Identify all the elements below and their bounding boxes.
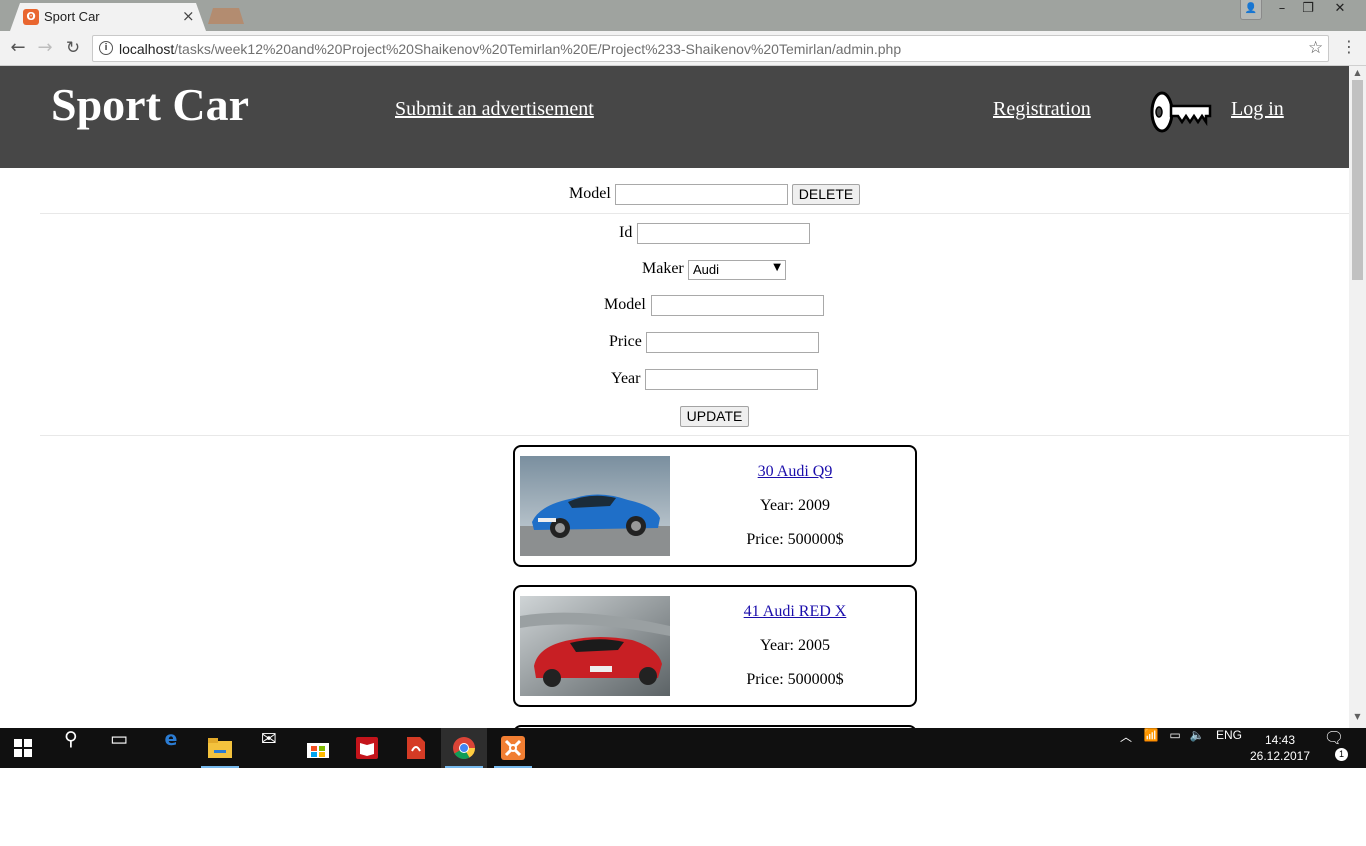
browser-toolbar: ← → ↻ i localhost/tasks/week12%20and%20P… xyxy=(0,31,1366,66)
car-price: Price: 500000$ xyxy=(746,671,844,688)
maker-select[interactable]: Audi ▼ xyxy=(688,260,786,280)
clock-date: 26.12.2017 xyxy=(1249,749,1311,763)
scroll-down-icon[interactable]: ▼ xyxy=(1349,712,1366,726)
xampp-favicon-icon: ʘ xyxy=(23,9,39,25)
key-icon xyxy=(1150,91,1212,133)
update-year-label: Year xyxy=(611,370,641,387)
wifi-icon[interactable]: 📶 xyxy=(1142,728,1160,768)
delete-model-input[interactable] xyxy=(615,184,788,205)
window-close-icon[interactable]: ✕ xyxy=(1322,0,1358,20)
login-link[interactable]: Log in xyxy=(1231,98,1284,121)
car-title-link[interactable]: 30 Audi Q9 xyxy=(675,463,915,481)
windows-taskbar: ⚲ ▭ e ✉ ︿ 📶 ▭ 🔈 ENG 14:43 26.12.2017 🗨 1 xyxy=(0,728,1366,768)
delete-model-label: Model xyxy=(569,185,611,202)
browser-tab[interactable]: ʘ Sport Car × xyxy=(10,3,206,31)
maker-selected-value: Audi xyxy=(693,262,720,277)
notification-badge: 1 xyxy=(1335,748,1348,761)
car-photo-blue xyxy=(520,456,670,556)
update-model-input[interactable] xyxy=(651,295,824,316)
site-title: Sport Car xyxy=(51,79,250,130)
restore-icon[interactable]: ❐ xyxy=(1296,0,1320,20)
profile-icon[interactable]: 👤 xyxy=(1240,0,1262,20)
blank-area xyxy=(0,768,1366,846)
volume-icon[interactable]: 🔈 xyxy=(1188,728,1206,768)
divider xyxy=(40,213,1349,214)
update-button[interactable]: UPDATE xyxy=(680,406,749,427)
mail-icon[interactable]: ✉ xyxy=(246,728,292,768)
car-title-link[interactable]: 41 Audi RED X xyxy=(675,603,915,621)
submit-advertisement-link[interactable]: Submit an advertisement xyxy=(395,98,594,121)
chrome-icon[interactable] xyxy=(441,728,487,768)
task-view-icon[interactable]: ▭ xyxy=(96,728,142,768)
bookmark-star-icon[interactable]: ☆ xyxy=(1308,38,1323,58)
browser-menu-icon[interactable]: ⋮ xyxy=(1341,37,1357,56)
car-year: Year: 2009 xyxy=(760,497,830,514)
admin-page: Model DELETE Id Maker Audi ▼ Model Price… xyxy=(0,168,1349,728)
windows-start-icon[interactable] xyxy=(0,728,46,768)
clock[interactable]: 14:43 26.12.2017 xyxy=(1248,732,1312,764)
car-card: 30 Audi Q9 Year: 2009 Price: 500000$ xyxy=(513,445,917,567)
url-host: localhost xyxy=(119,41,175,57)
dropdown-arrow-icon: ▼ xyxy=(773,262,781,273)
forward-arrow-icon[interactable]: → xyxy=(34,37,56,59)
store-icon[interactable] xyxy=(295,728,341,768)
language-indicator[interactable]: ENG xyxy=(1216,728,1242,768)
edge-browser-icon[interactable]: e xyxy=(148,728,194,768)
xampp-icon[interactable] xyxy=(490,728,536,768)
update-price-input[interactable] xyxy=(646,332,819,353)
update-price-label: Price xyxy=(609,333,642,350)
minimize-icon[interactable]: – xyxy=(1270,0,1294,20)
update-id-input[interactable] xyxy=(637,223,810,244)
battery-icon[interactable]: ▭ xyxy=(1166,728,1184,768)
car-card: 41 Audi RED X Year: 2005 Price: 500000$ xyxy=(513,585,917,707)
info-icon[interactable]: i xyxy=(99,41,113,55)
show-hidden-icons-chevron-icon[interactable]: ︿ xyxy=(1118,728,1134,768)
browser-tab-strip: ʘ Sport Car × 👤 – ❐ ✕ xyxy=(0,0,1366,31)
car-price: Price: 500000$ xyxy=(746,531,844,548)
reload-icon[interactable]: ↻ xyxy=(62,37,84,59)
new-tab-button[interactable] xyxy=(208,8,244,24)
divider xyxy=(40,435,1349,436)
delete-button[interactable]: DELETE xyxy=(792,184,860,205)
update-year-input[interactable] xyxy=(645,369,818,390)
registration-link[interactable]: Registration xyxy=(993,98,1091,121)
pdf-app-icon[interactable] xyxy=(393,728,439,768)
car-photo-red xyxy=(520,596,670,696)
address-bar[interactable]: i localhost/tasks/week12%20and%20Project… xyxy=(92,35,1329,62)
back-arrow-icon[interactable]: ← xyxy=(7,37,29,59)
update-maker-label: Maker xyxy=(642,260,684,277)
search-icon[interactable]: ⚲ xyxy=(48,728,94,768)
clock-time: 14:43 xyxy=(1264,733,1296,747)
file-explorer-icon[interactable] xyxy=(197,728,243,768)
reader-app-icon[interactable] xyxy=(344,728,390,768)
url-text[interactable]: localhost/tasks/week12%20and%20Project%2… xyxy=(119,41,901,57)
page-scrollbar[interactable]: ▲ ▼ xyxy=(1349,66,1366,728)
scroll-thumb[interactable] xyxy=(1352,80,1363,280)
car-year: Year: 2005 xyxy=(760,637,830,654)
update-model-label: Model xyxy=(604,296,646,313)
site-header: Sport Car Submit an advertisement Regist… xyxy=(0,66,1349,168)
url-path: /tasks/week12%20and%20Project%20Shaikeno… xyxy=(174,41,902,57)
update-id-label: Id xyxy=(619,224,633,241)
tab-close-icon[interactable]: × xyxy=(182,7,195,25)
tab-title: Sport Car xyxy=(44,9,100,24)
